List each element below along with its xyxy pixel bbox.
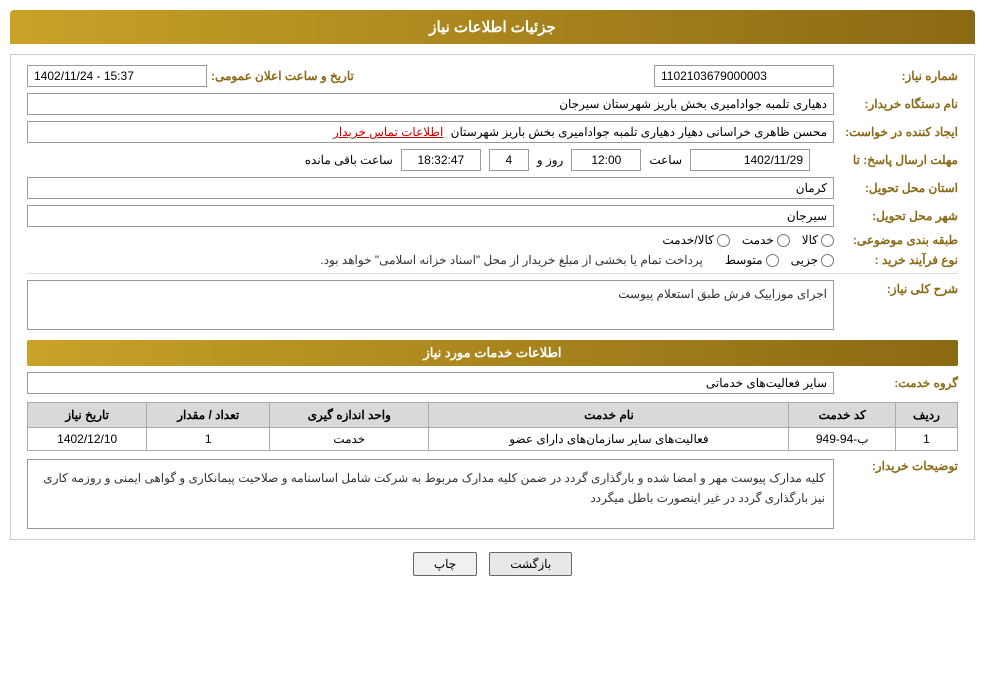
purchase-type-row: نوع فرآیند خرید : جزیی متوسط پرداخت تمام… — [27, 253, 958, 267]
city-field: سیرجان — [27, 205, 834, 227]
divider-1 — [27, 273, 958, 274]
public-date-field: 1402/11/24 - 15:37 — [27, 65, 207, 87]
send-date-row: مهلت ارسال پاسخ: تا 1402/11/29 ساعت 12:0… — [27, 149, 958, 171]
remaining-field: 18:32:47 — [401, 149, 481, 171]
days-field: 4 — [489, 149, 529, 171]
col-unit: واحد اندازه گیری — [270, 403, 429, 428]
services-table-section: ردیف کد خدمت نام خدمت واحد اندازه گیری ت… — [27, 402, 958, 451]
cell-unit: خدمت — [270, 428, 429, 451]
buyer-notes-row: توضیحات خریدار: کلیه مدارک پیوست مهر و ا… — [27, 459, 958, 529]
category-row: طبقه بندی موضوعی: کالا خدمت کالا/خدمت — [27, 233, 958, 247]
need-number-label: شماره نیاز: — [838, 69, 958, 83]
radio-goods-label: کالا — [802, 233, 818, 247]
table-row: 1 ب-94-949 فعالیت‌های سایر سازمان‌های دا… — [28, 428, 958, 451]
city-label: شهر محل تحویل: — [838, 209, 958, 223]
radio-partial: جزیی — [791, 253, 834, 267]
radio-goods-input[interactable] — [821, 234, 834, 247]
cell-code: ب-94-949 — [789, 428, 896, 451]
cell-qty: 1 — [147, 428, 270, 451]
col-code: کد خدمت — [789, 403, 896, 428]
col-name: نام خدمت — [429, 403, 789, 428]
content-area: شماره نیاز: 1102103679000003 تاریخ و ساع… — [10, 54, 975, 540]
buyer-org-label: نام دستگاه خریدار: — [838, 97, 958, 111]
col-row: ردیف — [895, 403, 957, 428]
need-desc-label: شرح کلی نیاز: — [838, 280, 958, 298]
category-radio-group: کالا خدمت کالا/خدمت — [662, 233, 834, 247]
radio-goods: کالا — [802, 233, 834, 247]
services-info-label: اطلاعات خدمات مورد نیاز — [423, 345, 561, 360]
send-date-field: 1402/11/29 — [690, 149, 810, 171]
purchase-type-label: نوع فرآیند خرید : — [838, 253, 958, 267]
service-group-field: سایر فعالیت‌های خدماتی — [27, 372, 834, 394]
creator-link[interactable]: اطلاعات تماس خریدار — [333, 125, 443, 139]
time-label: ساعت — [649, 153, 682, 167]
public-date-label: تاریخ و ساعت اعلان عمومی: — [211, 69, 354, 83]
need-desc-row: شرح کلی نیاز: اجرای موزاییک فرش طبق استع… — [27, 280, 958, 330]
radio-goods-service-input[interactable] — [717, 234, 730, 247]
creator-field: محسن ظاهری خراسانی دهیار دهیاری تلمبه جو… — [27, 121, 834, 143]
radio-goods-service: کالا/خدمت — [662, 233, 729, 247]
back-button[interactable]: بازگشت — [489, 552, 572, 576]
print-button[interactable]: چاپ — [413, 552, 477, 576]
page-header: جزئیات اطلاعات نیاز — [10, 10, 975, 44]
creator-value: محسن ظاهری خراسانی دهیار دهیاری تلمبه جو… — [451, 125, 827, 139]
radio-medium-input[interactable] — [766, 254, 779, 267]
services-section-header: اطلاعات خدمات مورد نیاز — [27, 340, 958, 366]
time-field: 12:00 — [571, 149, 641, 171]
province-label: استان محل تحویل: — [838, 181, 958, 195]
service-group-label: گروه خدمت: — [838, 376, 958, 390]
services-table: ردیف کد خدمت نام خدمت واحد اندازه گیری ت… — [27, 402, 958, 451]
buyer-notes-field: کلیه مدارک پیوست مهر و امضا شده و بارگذا… — [27, 459, 834, 529]
creator-row: ایجاد کننده در خواست: محسن ظاهری خراسانی… — [27, 121, 958, 143]
city-row: شهر محل تحویل: سیرجان — [27, 205, 958, 227]
purchase-type-radio-group: جزیی متوسط پرداخت تمام یا بخشی از مبلغ خ… — [320, 253, 834, 267]
buttons-row: بازگشت چاپ — [10, 552, 975, 576]
buyer-notes-value: کلیه مدارک پیوست مهر و امضا شده و بارگذا… — [43, 471, 825, 505]
table-header-row: ردیف کد خدمت نام خدمت واحد اندازه گیری ت… — [28, 403, 958, 428]
buyer-org-row: نام دستگاه خریدار: دهیاری تلمبه جوادامیر… — [27, 93, 958, 115]
remaining-label: ساعت باقی مانده — [305, 153, 393, 167]
radio-service: خدمت — [742, 233, 790, 247]
radio-partial-input[interactable] — [821, 254, 834, 267]
creator-label: ایجاد کننده در خواست: — [838, 125, 958, 139]
radio-medium-label: متوسط — [725, 253, 763, 267]
cell-row: 1 — [895, 428, 957, 451]
need-desc-field: اجرای موزاییک فرش طبق استعلام پیوست — [27, 280, 834, 330]
radio-service-label: خدمت — [742, 233, 774, 247]
category-label: طبقه بندی موضوعی: — [838, 233, 958, 247]
send-date-label: مهلت ارسال پاسخ: تا — [818, 153, 958, 167]
cell-name: فعالیت‌های سایر سازمان‌های دارای عضو — [429, 428, 789, 451]
radio-service-input[interactable] — [777, 234, 790, 247]
page-wrapper: جزئیات اطلاعات نیاز شماره نیاز: 11021036… — [0, 0, 985, 691]
radio-partial-label: جزیی — [791, 253, 818, 267]
province-row: استان محل تحویل: کرمان — [27, 177, 958, 199]
page-title: جزئیات اطلاعات نیاز — [429, 19, 556, 36]
purchase-note: پرداخت تمام یا بخشی از مبلغ خریدار از مح… — [320, 253, 703, 267]
cell-date: 1402/12/10 — [28, 428, 147, 451]
col-qty: تعداد / مقدار — [147, 403, 270, 428]
days-label: روز و — [537, 153, 564, 167]
need-number-row: شماره نیاز: 1102103679000003 تاریخ و ساع… — [27, 65, 958, 87]
radio-goods-service-label: کالا/خدمت — [662, 233, 713, 247]
radio-medium: متوسط — [725, 253, 779, 267]
col-date: تاریخ نیاز — [28, 403, 147, 428]
province-field: کرمان — [27, 177, 834, 199]
need-desc-value: اجرای موزاییک فرش طبق استعلام پیوست — [618, 287, 827, 301]
buyer-notes-label: توضیحات خریدار: — [838, 459, 958, 473]
buyer-org-field: دهیاری تلمبه جوادامیری بخش باریز شهرستان… — [27, 93, 834, 115]
service-group-row: گروه خدمت: سایر فعالیت‌های خدماتی — [27, 372, 958, 394]
need-number-field: 1102103679000003 — [654, 65, 834, 87]
